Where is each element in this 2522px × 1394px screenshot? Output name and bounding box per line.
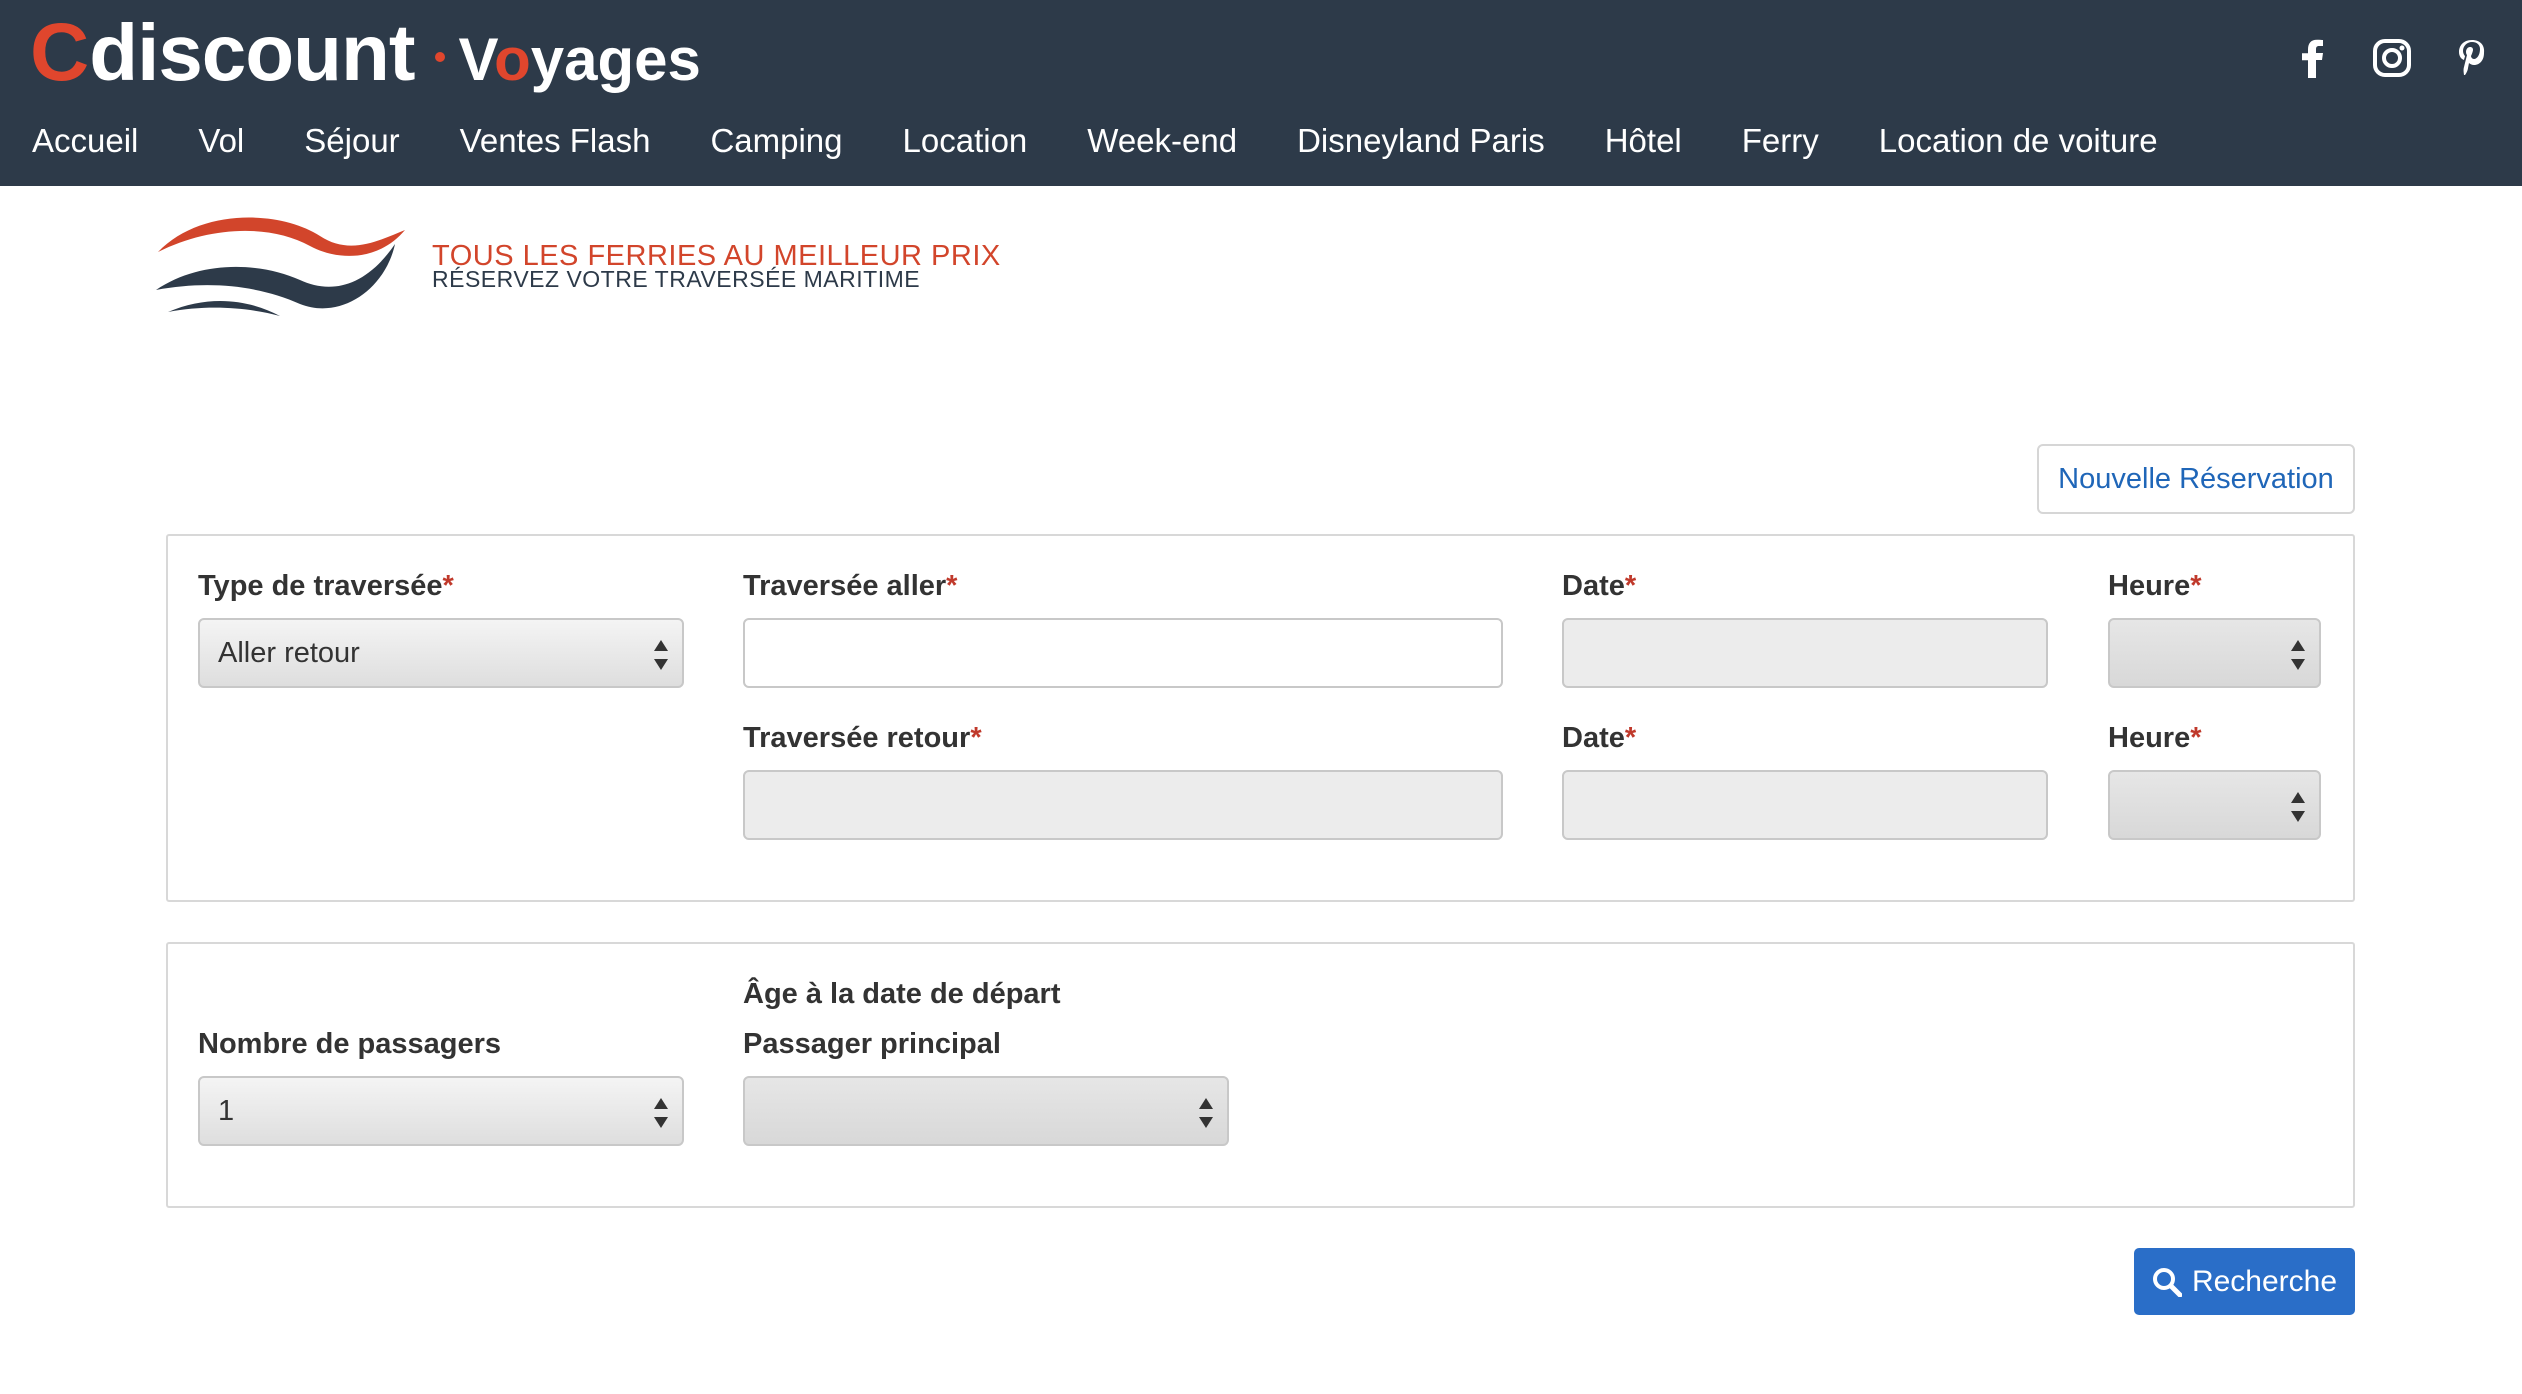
facebook-icon[interactable] xyxy=(2292,36,2332,80)
required-mark: * xyxy=(1624,570,1637,602)
crossing-type-label: Type de traversée* xyxy=(198,570,454,603)
site-header: Cdiscount Voyages Accueil Vol Séjour Ven… xyxy=(0,0,2522,186)
outbound-date-label-text: Date xyxy=(1562,570,1625,602)
passenger-count-value: 1 xyxy=(218,1094,235,1127)
passengers-panel: Âge à la date de départ Nombre de passag… xyxy=(166,942,2355,1208)
required-mark: * xyxy=(970,722,982,754)
main-nav: Accueil Vol Séjour Ventes Flash Camping … xyxy=(0,116,2187,166)
select-arrows-icon xyxy=(654,1098,668,1128)
outbound-date-label: Date* xyxy=(1562,570,1636,603)
required-mark: * xyxy=(1624,722,1637,754)
return-time-label: Heure* xyxy=(2108,722,2202,755)
outbound-crossing-input[interactable] xyxy=(743,618,1503,688)
nav-item-hotel[interactable]: Hôtel xyxy=(1605,116,1682,166)
search-button[interactable]: Recherche xyxy=(2134,1248,2355,1315)
nav-item-ferry[interactable]: Ferry xyxy=(1742,116,1819,166)
crossing-type-select[interactable]: Aller retour xyxy=(198,618,684,688)
nav-item-location[interactable]: Location xyxy=(903,116,1028,166)
outbound-crossing-label: Traversée aller* xyxy=(743,570,957,603)
logo-voyages: Voyages xyxy=(459,15,701,105)
nav-item-sejour[interactable]: Séjour xyxy=(304,116,399,166)
outbound-date-input[interactable] xyxy=(1562,618,2048,688)
nav-item-week-end[interactable]: Week-end xyxy=(1087,116,1237,166)
return-crossing-label-text: Traversée retour xyxy=(743,722,971,754)
return-time-select[interactable] xyxy=(2108,770,2321,840)
nav-item-ventes-flash[interactable]: Ventes Flash xyxy=(460,116,651,166)
logo-voyages-rest: yages xyxy=(530,26,701,93)
outbound-time-select[interactable] xyxy=(2108,618,2321,688)
return-time-label-text: Heure xyxy=(2108,722,2191,754)
main-passenger-label: Passager principal xyxy=(743,1028,1001,1060)
logo-discount: discount xyxy=(89,8,415,97)
outbound-crossing-label-text: Traversée aller xyxy=(743,570,947,602)
pinterest-icon[interactable] xyxy=(2452,36,2492,80)
instagram-icon[interactable] xyxy=(2372,36,2412,80)
logo-voyages-o: o xyxy=(494,26,531,93)
required-mark: * xyxy=(2190,722,2202,754)
age-heading: Âge à la date de départ xyxy=(743,978,1061,1010)
select-arrows-icon xyxy=(2291,792,2305,822)
logo-c: C xyxy=(30,7,90,98)
nav-item-camping[interactable]: Camping xyxy=(710,116,842,166)
new-reservation-button[interactable]: Nouvelle Réservation xyxy=(2037,444,2355,514)
required-mark: * xyxy=(946,570,958,602)
select-arrows-icon xyxy=(654,640,668,670)
social-links xyxy=(2292,36,2492,80)
return-date-input[interactable] xyxy=(1562,770,2048,840)
cdiscount-voyages-logo[interactable]: Cdiscount Voyages xyxy=(30,8,701,98)
required-mark: * xyxy=(442,570,454,602)
select-arrows-icon xyxy=(1199,1098,1213,1128)
return-date-label: Date* xyxy=(1562,722,1636,755)
waves-logo-icon xyxy=(156,217,405,316)
crossing-panel: Type de traversée* Aller retour Traversé… xyxy=(166,534,2355,902)
nav-item-vol[interactable]: Vol xyxy=(198,116,244,166)
banner-subline: RÉSERVEZ VOTRE TRAVERSÉE MARITIME xyxy=(432,266,921,292)
nav-item-disneyland-paris[interactable]: Disneyland Paris xyxy=(1297,116,1545,166)
required-mark: * xyxy=(2190,570,2202,602)
search-button-label: Recherche xyxy=(2191,1264,2338,1298)
outbound-time-label: Heure* xyxy=(2108,570,2202,603)
logo-dot xyxy=(434,52,445,62)
logo-voyages-v: V xyxy=(458,26,495,93)
search-icon xyxy=(2152,1267,2182,1297)
nav-item-accueil[interactable]: Accueil xyxy=(32,116,138,166)
ferry-banner: TOUS LES FERRIES AU MEILLEUR PRIX RÉSERV… xyxy=(150,200,1010,330)
select-arrows-icon xyxy=(2291,640,2305,670)
return-crossing-label: Traversée retour* xyxy=(743,722,982,755)
crossing-type-value: Aller retour xyxy=(218,636,360,669)
outbound-time-label-text: Heure xyxy=(2108,570,2191,602)
passenger-count-select[interactable]: 1 xyxy=(198,1076,684,1146)
passenger-count-label: Nombre de passagers xyxy=(198,1028,502,1060)
nav-item-location-de-voiture[interactable]: Location de voiture xyxy=(1879,116,2158,166)
return-date-label-text: Date xyxy=(1562,722,1625,754)
main-passenger-age-select[interactable] xyxy=(743,1076,1229,1146)
return-crossing-input[interactable] xyxy=(743,770,1503,840)
crossing-type-label-text: Type de traversée xyxy=(198,570,443,602)
